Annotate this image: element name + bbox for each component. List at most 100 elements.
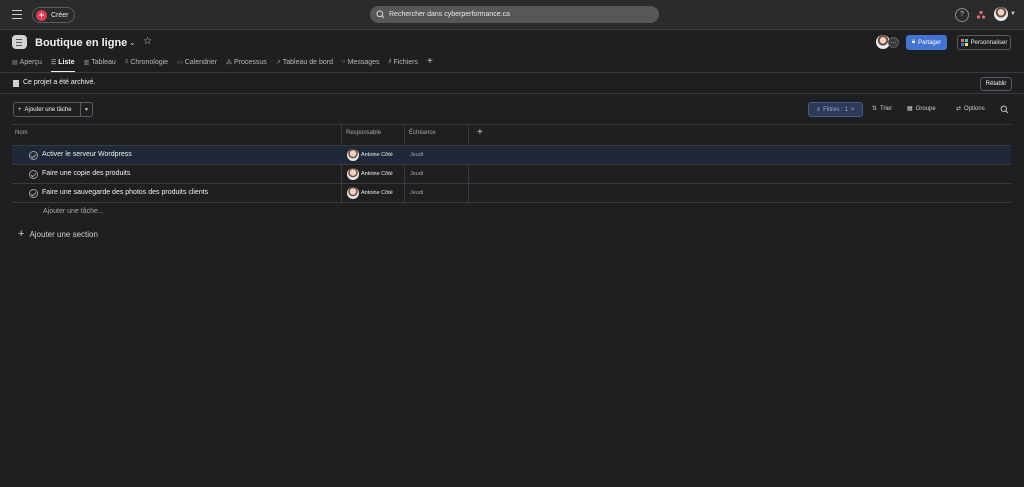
assignee-avatar[interactable] (347, 187, 359, 199)
search-icon (376, 10, 385, 19)
column-header-due[interactable]: Échéance (409, 130, 436, 136)
tab-apercu[interactable]: ▤ Aperçu (12, 56, 42, 68)
help-button[interactable]: ? (955, 8, 969, 22)
assignee-name[interactable]: Antoine Côté (361, 152, 393, 158)
add-column-icon[interactable]: + (477, 127, 483, 138)
share-label: Partager (918, 39, 942, 46)
options-label: Options (964, 105, 985, 112)
timeline-icon: ≡ (124, 59, 129, 65)
archive-banner (0, 73, 1024, 94)
add-section-label: Ajouter une section (29, 229, 98, 239)
add-task-label: Ajouter une tâche (24, 106, 72, 113)
tab-fichiers[interactable]: ∂ Fichiers (389, 56, 418, 68)
assignee-avatar[interactable] (347, 149, 359, 161)
add-task-inline[interactable]: Ajouter une tâche... (43, 208, 104, 215)
tab-label: Fichiers (393, 58, 418, 66)
customize-button[interactable]: Personnaliser (957, 35, 1011, 50)
tab-label: Messages (347, 58, 380, 66)
add-section-button[interactable]: + Ajouter une section (18, 228, 98, 240)
customize-grid-icon (960, 39, 968, 46)
tab-processus[interactable]: ⁂ Processus (226, 56, 267, 68)
assignee-avatar[interactable] (347, 168, 359, 180)
menu-icon[interactable] (12, 10, 22, 19)
add-task-button[interactable]: + Ajouter une tâche ▼ (13, 102, 93, 117)
chevron-down-icon[interactable]: ▼ (81, 103, 92, 116)
column-header-assignee[interactable]: Responsable (346, 130, 381, 136)
assignee-name[interactable]: Antoine Côté (361, 190, 393, 196)
group-label: Groupe (915, 105, 936, 112)
options-button[interactable]: ⇄ Options (956, 105, 985, 113)
filter-label: Filtres : 1 (823, 106, 848, 113)
task-name[interactable]: Activer le serveur Wordpress (42, 151, 132, 158)
search-input[interactable]: Rechercher dans cyberperformance.ca (370, 6, 659, 23)
plus-icon: + (18, 228, 25, 240)
tab-tableau[interactable]: ▥ Tableau (84, 56, 116, 68)
search-icon[interactable] (1000, 105, 1009, 114)
workflow-icon: ⁂ (226, 59, 233, 66)
tab-label: Chronologie (130, 58, 169, 66)
table-row[interactable]: Faire une sauvegarde des photos des prod… (12, 183, 1011, 202)
user-avatar[interactable] (994, 7, 1008, 21)
assignee-name[interactable]: Antoine Côté (361, 171, 393, 177)
options-icon: ⇄ (956, 106, 962, 112)
due-date[interactable]: Jeudi (410, 171, 423, 177)
tab-label: Aperçu (19, 58, 42, 66)
filter-button[interactable]: ≡ Filtres : 1 × (808, 102, 863, 117)
tab-label: Liste (58, 58, 75, 66)
tab-chronologie[interactable]: ≡ Chronologie (125, 56, 168, 68)
create-button[interactable]: + Créer (32, 7, 75, 23)
more-members-icon[interactable]: … (888, 37, 899, 48)
chevron-down-icon[interactable]: ▼ (1010, 11, 1016, 17)
customize-label: Personnaliser (970, 39, 1008, 46)
tab-calendrier[interactable]: ▭ Calendrier (177, 56, 217, 68)
tab-messages[interactable]: ○ Messages (342, 56, 380, 68)
tab-label: Tableau de bord (282, 58, 333, 66)
tab-label: Tableau (91, 58, 116, 66)
project-chevron-down-icon[interactable]: ⌄ (129, 38, 136, 47)
tab-label: Processus (234, 58, 267, 66)
plus-icon: + (18, 106, 22, 113)
check-circle-icon[interactable] (29, 170, 38, 179)
messages-icon: ○ (341, 59, 346, 65)
dashboard-icon: ↗ (275, 59, 281, 66)
group-button[interactable]: ▦ Groupe (907, 105, 936, 113)
check-circle-icon[interactable] (29, 189, 38, 198)
board-icon: ▥ (83, 59, 90, 66)
project-title[interactable]: Boutique en ligne (35, 37, 127, 49)
table-row[interactable]: Faire une copie des produits Antoine Côt… (12, 164, 1011, 183)
tab-tableau-de-bord[interactable]: ↗ Tableau de bord (276, 56, 333, 68)
filter-icon: ≡ (816, 106, 821, 113)
task-name[interactable]: Faire une sauvegarde des photos des prod… (42, 189, 208, 196)
column-header-name[interactable]: Nom (15, 130, 28, 136)
files-icon: ∂ (388, 59, 392, 65)
star-icon[interactable]: ☆ (143, 36, 152, 47)
tab-liste[interactable]: ☰ Liste (50, 56, 75, 72)
apps-icon[interactable] (976, 10, 986, 20)
due-date[interactable]: Jeudi (410, 152, 423, 158)
project-list-icon (12, 35, 27, 49)
lock-icon: 🔒︎ (911, 39, 916, 45)
plus-icon: + (36, 9, 47, 21)
add-tab-icon[interactable]: + (427, 56, 433, 70)
task-name[interactable]: Faire une copie des produits (42, 170, 130, 177)
archive-text: Ce projet a été archivé. (23, 79, 96, 86)
table-row[interactable]: Activer le serveur Wordpress Antoine Côt… (12, 145, 1011, 164)
top-bar: + Créer Rechercher dans cyberperformance… (0, 0, 1024, 30)
sort-icon: ⇅ (872, 106, 878, 112)
overview-icon: ▤ (12, 59, 18, 66)
project-tabs: ▤ Aperçu ☰ Liste ▥ Tableau ≡ Chronologie ▭ Ca… (12, 56, 433, 72)
table-border (12, 202, 1011, 203)
check-circle-icon[interactable] (29, 151, 38, 160)
tab-label: Calendrier (184, 58, 218, 66)
sort-label: Trier (880, 105, 893, 112)
close-icon[interactable]: × (851, 107, 855, 113)
share-button[interactable]: 🔒︎ Partager (906, 35, 947, 50)
sort-button[interactable]: ⇅ Trier (872, 105, 893, 113)
due-date[interactable]: Jeudi (410, 190, 423, 196)
calendar-icon: ▭ (177, 59, 183, 66)
group-icon: ▦ (907, 106, 913, 112)
archive-icon (13, 80, 19, 87)
restore-button[interactable]: Rétablir (980, 77, 1012, 91)
add-task-main[interactable]: + Ajouter une tâche (14, 103, 80, 116)
table-border (12, 124, 1011, 125)
